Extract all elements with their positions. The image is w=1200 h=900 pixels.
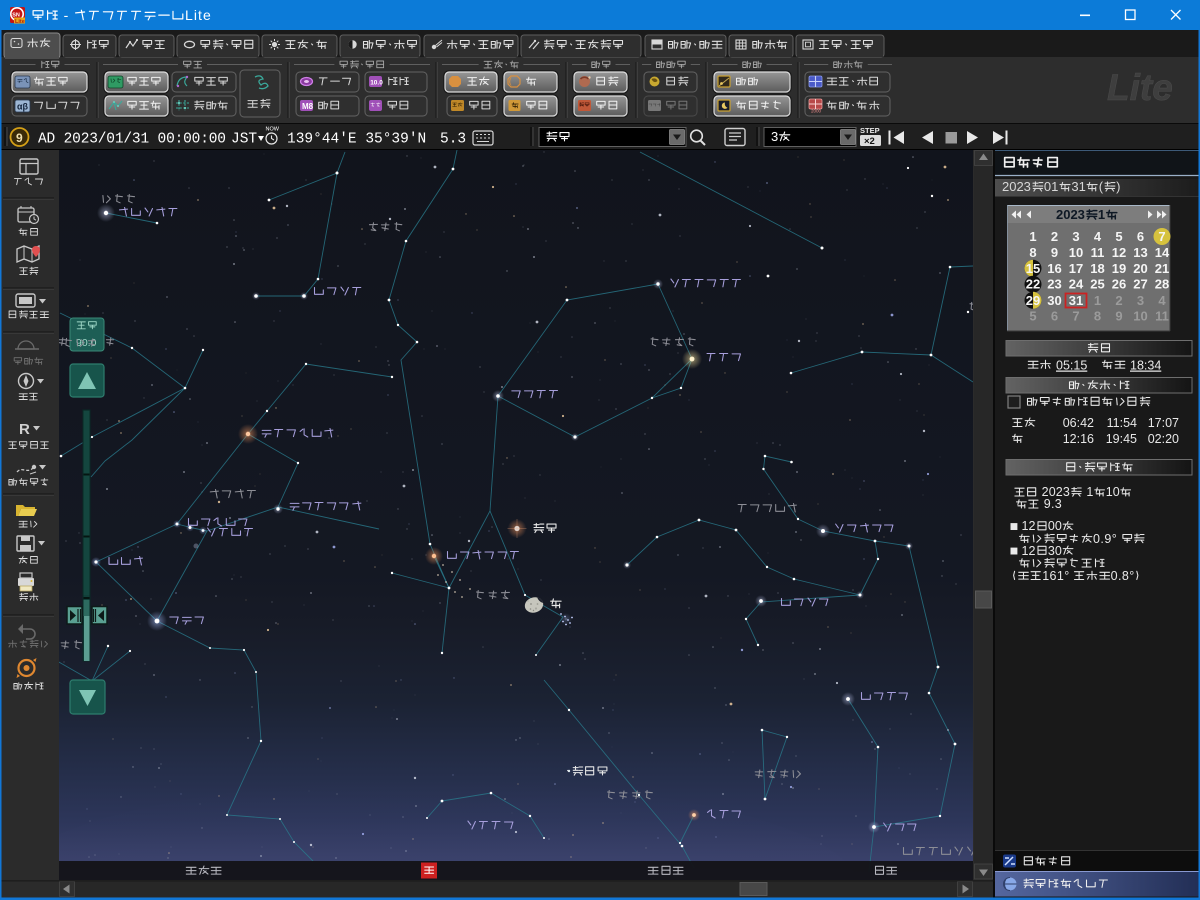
- svg-text:0.9°: 0.9°: [1093, 532, 1121, 546]
- svg-text:JST: JST: [231, 132, 257, 148]
- svg-text:30: 30: [1048, 544, 1062, 558]
- svg-text:06:42: 06:42: [1063, 416, 1094, 430]
- svg-text:30: 30: [1047, 293, 1061, 308]
- svg-text:R: R: [19, 421, 30, 438]
- svg-text:13: 13: [1133, 245, 1147, 260]
- svg-text:22: 22: [1026, 277, 1040, 292]
- svg-text:(: (: [1099, 179, 1104, 194]
- svg-text:29: 29: [1026, 293, 1040, 308]
- svg-text:0.8°: 0.8°: [1111, 569, 1135, 583]
- svg-text:24: 24: [1069, 277, 1084, 292]
- svg-text:6: 6: [1137, 229, 1144, 244]
- svg-text:8: 8: [1029, 245, 1036, 260]
- svg-text:17:07: 17:07: [1148, 416, 1179, 430]
- svg-text:αβ: αβ: [17, 102, 29, 112]
- svg-text:15: 15: [1026, 261, 1040, 276]
- svg-text:Lite: Lite: [185, 7, 211, 23]
- svg-text:8: 8: [1094, 308, 1101, 323]
- svg-text:11: 11: [1155, 308, 1169, 323]
- svg-text:Lite: Lite: [15, 19, 25, 25]
- svg-text:18: 18: [1090, 261, 1104, 276]
- svg-text:5: 5: [1029, 308, 1036, 323]
- svg-text:1: 1: [1029, 229, 1036, 244]
- svg-text:10.0: 10.0: [370, 80, 383, 87]
- svg-text:6: 6: [1051, 308, 1058, 323]
- svg-text:18:34: 18:34: [1130, 359, 1161, 373]
- svg-text:5: 5: [1115, 229, 1122, 244]
- svg-text:25: 25: [1090, 277, 1104, 292]
- svg-text:05:15: 05:15: [1056, 359, 1087, 373]
- svg-text:1: 1: [1094, 293, 1101, 308]
- svg-text:161°: 161°: [1042, 569, 1073, 583]
- svg-text:19:45: 19:45: [1106, 432, 1137, 446]
- svg-text:16: 16: [1047, 261, 1061, 276]
- svg-text:12: 12: [1022, 544, 1036, 558]
- svg-text:11: 11: [1091, 245, 1105, 260]
- svg-text:2: 2: [1051, 229, 1058, 244]
- svg-text:9: 9: [1115, 308, 1122, 323]
- svg-text:23: 23: [1047, 277, 1061, 292]
- svg-text:139°44'E 35°39'N: 139°44'E 35°39'N: [287, 132, 426, 148]
- svg-text:9: 9: [16, 131, 23, 145]
- svg-text:10: 10: [1069, 245, 1083, 260]
- svg-text:27: 27: [1133, 277, 1147, 292]
- svg-text:2000: 2000: [811, 109, 822, 114]
- svg-text:3: 3: [1137, 293, 1144, 308]
- svg-text:11:54: 11:54: [1107, 416, 1137, 430]
- svg-text:21: 21: [1155, 261, 1169, 276]
- svg-text:19: 19: [1112, 261, 1126, 276]
- svg-text:7: 7: [1072, 308, 1079, 323]
- svg-text:4: 4: [1158, 293, 1166, 308]
- svg-text:12: 12: [1022, 519, 1036, 533]
- svg-text:4: 4: [1094, 229, 1102, 244]
- svg-text:3: 3: [1072, 229, 1079, 244]
- svg-text:28: 28: [1155, 277, 1169, 292]
- svg-text:26: 26: [1112, 277, 1126, 292]
- svg-text:10: 10: [1133, 308, 1147, 323]
- svg-text:M8: M8: [302, 102, 314, 111]
- svg-text:10: 10: [1106, 485, 1120, 499]
- svg-text:×2: ×2: [864, 136, 875, 147]
- svg-text:2023: 2023: [1002, 179, 1031, 194]
- svg-text:31: 31: [1071, 179, 1086, 194]
- svg-text:-: -: [59, 7, 73, 23]
- svg-text:01: 01: [1044, 179, 1059, 194]
- svg-text:1: 1: [1082, 485, 1093, 499]
- svg-text:20: 20: [1133, 261, 1147, 276]
- svg-text:NOW: NOW: [266, 127, 280, 133]
- svg-text:STEP: STEP: [860, 126, 880, 135]
- svg-text:2023: 2023: [1056, 207, 1085, 222]
- svg-text:9.3: 9.3: [1040, 497, 1062, 511]
- svg-text:17: 17: [1069, 261, 1083, 276]
- svg-text:Lite: Lite: [1107, 67, 1173, 108]
- svg-text:12:16: 12:16: [1063, 432, 1094, 446]
- svg-text:3: 3: [771, 129, 778, 144]
- svg-text:2: 2: [1115, 293, 1122, 308]
- svg-text:7: 7: [1158, 229, 1165, 244]
- svg-text:00: 00: [1048, 519, 1062, 533]
- svg-text:9: 9: [1051, 245, 1058, 260]
- svg-text:): ): [1116, 179, 1120, 194]
- svg-text:02:20: 02:20: [1148, 432, 1179, 446]
- svg-text:90.0: 90.0: [76, 337, 97, 349]
- svg-text:31: 31: [1069, 293, 1083, 308]
- svg-text:5.3: 5.3: [440, 132, 466, 148]
- svg-text:AD 2023/01/31 00:00:00: AD 2023/01/31 00:00:00: [38, 132, 226, 148]
- svg-text:14: 14: [1155, 245, 1170, 260]
- svg-text:12: 12: [1112, 245, 1126, 260]
- svg-text:1: 1: [1098, 207, 1105, 222]
